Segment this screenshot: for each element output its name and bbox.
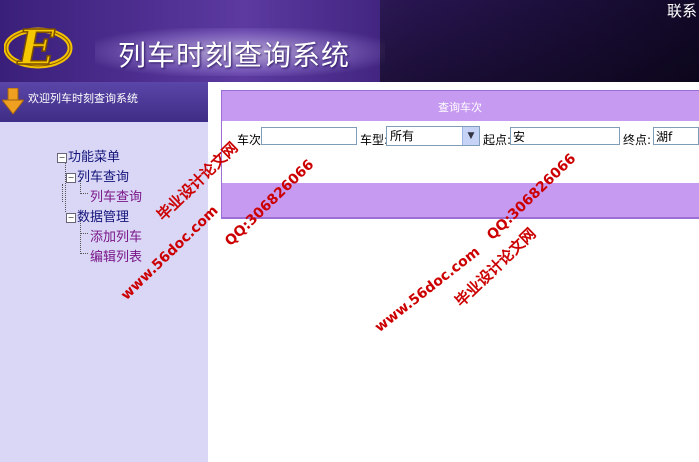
tree-line (80, 220, 81, 254)
collapse-icon[interactable]: − (66, 172, 76, 183)
banner-shade (380, 0, 699, 82)
collapse-icon[interactable]: − (66, 212, 76, 223)
menu-tree: − 功能菜单 − 列车查询 列车查询 − 数据管理 添加列车 编辑列表 (0, 82, 208, 462)
train-type-select[interactable]: 所有 ▼ (386, 126, 480, 146)
from-label: 起点: (483, 133, 512, 147)
sidebar-item-add-train[interactable]: 添加列车 (90, 226, 142, 245)
sidebar-item-label: 列车查询 (90, 190, 143, 205)
tree-group-data-management[interactable]: − 数据管理 (66, 206, 129, 225)
contact-link[interactable]: 联系 (667, 0, 697, 21)
to-label: 终点: (623, 133, 652, 147)
tree-line (62, 184, 63, 202)
from-input[interactable]: 安 (510, 127, 620, 145)
tree-group-label: 列车查询 (77, 170, 130, 185)
sidebar-item-edit-list[interactable]: 编辑列表 (90, 246, 142, 265)
chevron-down-icon[interactable]: ▼ (462, 127, 479, 145)
page-title: 列车时刻查询系统 (118, 39, 351, 72)
to-input[interactable]: 湖f (653, 127, 699, 145)
panel-header: 查询车次 (221, 90, 699, 121)
tree-group-label: 数据管理 (77, 210, 130, 225)
tree-root[interactable]: − 功能菜单 (57, 146, 120, 165)
logo-letter: E (16, 20, 56, 76)
train-type-value: 所有 (390, 129, 415, 143)
system-logo-icon: E (4, 19, 73, 76)
tree-line (80, 193, 88, 194)
tree-line (80, 253, 88, 254)
sidebar-item-train-query[interactable]: 列车查询 (90, 186, 142, 205)
tree-line (80, 233, 88, 234)
collapse-icon[interactable]: − (57, 152, 67, 163)
tree-root-label: 功能菜单 (68, 150, 121, 165)
sidebar-item-label: 添加列车 (90, 230, 143, 245)
train-no-input[interactable] (261, 127, 357, 145)
train-type-label: 车型: (360, 133, 389, 147)
search-form: 车次: 车型: 所有 ▼ 起点: 安 终点: 湖f (221, 121, 699, 151)
tree-group-train-query[interactable]: − 列车查询 (66, 166, 129, 185)
sidebar: 欢迎列车时刻查询系统 − 功能菜单 − 列车查询 列车查询 − 数据管理 添加列车 编… (0, 82, 208, 462)
panel-title: 查询车次 (438, 101, 482, 114)
sidebar-item-label: 编辑列表 (90, 250, 143, 265)
header-banner: E 列车时刻查询系统 联系 (0, 0, 699, 82)
